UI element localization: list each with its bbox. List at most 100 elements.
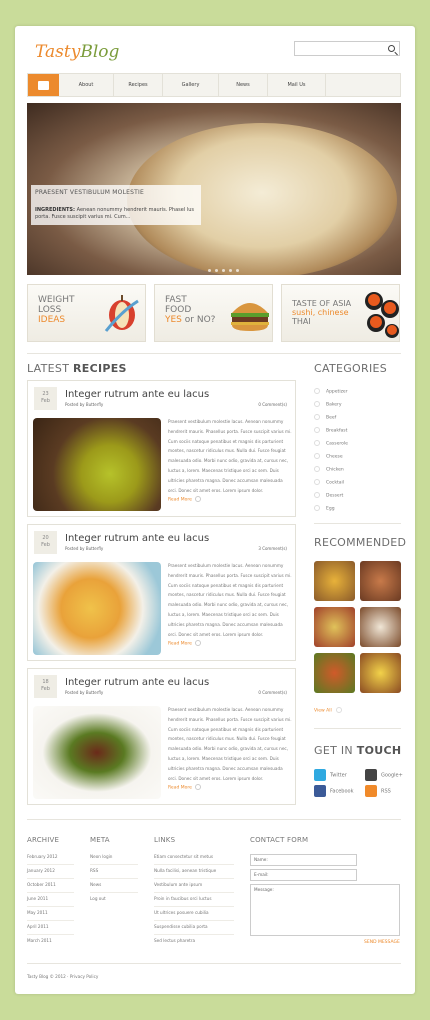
divider xyxy=(154,878,234,879)
facebook-link[interactable]: Facebook xyxy=(314,785,354,797)
read-more-link[interactable]: Read More xyxy=(168,496,201,503)
nav-item-gallery[interactable]: Gallery xyxy=(163,74,219,96)
send-message-button[interactable]: SEND MESSAGE xyxy=(364,940,400,945)
post-comments[interactable]: 3 Comment(s) xyxy=(258,546,287,551)
footer-link[interactable]: Sed lectus pharetra xyxy=(154,938,195,943)
post-author[interactable]: Posted by Butterfly xyxy=(65,690,103,695)
footer-link[interactable]: Vestibulum ante ipsum xyxy=(154,882,202,887)
read-more-link[interactable]: Read More xyxy=(168,784,201,791)
post-image-beef[interactable] xyxy=(33,706,161,799)
slider-dot[interactable] xyxy=(208,269,211,272)
recommended-thumb[interactable] xyxy=(314,607,355,647)
divider xyxy=(314,523,401,524)
recommended-thumb[interactable] xyxy=(360,653,401,693)
sushi-icon xyxy=(365,292,399,338)
archive-link[interactable]: March 2011 xyxy=(27,938,52,943)
search-icon[interactable] xyxy=(388,45,395,52)
category-label: Beef xyxy=(326,415,337,421)
archive-link[interactable]: April 2011 xyxy=(27,924,49,929)
footer-link[interactable]: Etiam consectetur sit metus xyxy=(154,854,213,859)
archive-link[interactable]: May 2011 xyxy=(27,910,48,915)
read-more-label: Read More xyxy=(168,497,192,503)
post-comments[interactable]: 0 Comment(s) xyxy=(258,690,287,695)
footer-divider xyxy=(27,819,401,820)
slider-dot[interactable] xyxy=(215,269,218,272)
post-month: Feb xyxy=(41,686,50,692)
nav-item-mail-us[interactable]: Mail Us xyxy=(268,74,326,96)
social-label: Facebook xyxy=(330,788,354,795)
category-appetizer[interactable]: Appetizer xyxy=(314,388,348,395)
arrow-right-icon xyxy=(194,640,201,646)
archive-link[interactable]: October 2011 xyxy=(27,882,56,887)
category-chicken[interactable]: Chicken xyxy=(314,466,344,473)
category-label: Cocktail xyxy=(326,480,344,486)
category-beef[interactable]: Beef xyxy=(314,414,336,421)
nav-item-news[interactable]: News xyxy=(219,74,268,96)
site-logo[interactable]: TastyBlog xyxy=(35,42,119,62)
category-casserole[interactable]: Casserole xyxy=(314,440,348,447)
hero-slider[interactable]: PRAESENT VESTIBULUM MOLESTIE INGREDIENTS… xyxy=(27,103,401,275)
meta-link[interactable]: Neon login xyxy=(90,854,112,859)
category-breakfast[interactable]: Breakfast xyxy=(314,427,347,434)
recommended-heading: RECOMMENDED xyxy=(314,536,407,549)
category-cheese[interactable]: Cheese xyxy=(314,453,343,460)
post-comments[interactable]: 0 Comment(s) xyxy=(258,402,287,407)
meta-link[interactable]: Log out xyxy=(90,896,106,901)
footer-link[interactable]: Proin in faucibus orci luctus xyxy=(154,896,212,901)
category-bakery[interactable]: Bakery xyxy=(314,401,342,408)
recommended-thumb[interactable] xyxy=(360,561,401,601)
home-icon[interactable] xyxy=(28,74,59,96)
post-image-soup[interactable] xyxy=(33,418,161,511)
search-input[interactable] xyxy=(294,41,400,56)
category-egg[interactable]: Egg xyxy=(314,505,335,512)
post-image-stew[interactable] xyxy=(33,562,161,655)
post-title[interactable]: Integer rutrum ante eu lacus xyxy=(65,677,209,688)
category-label: Casserole xyxy=(326,441,348,447)
promo-line: LOSS xyxy=(38,305,62,315)
google-plus-link[interactable]: Google+ xyxy=(365,769,403,781)
recommended-thumb[interactable] xyxy=(360,607,401,647)
post-author[interactable]: Posted by Butterfly xyxy=(65,546,103,551)
nav-item-about[interactable]: About xyxy=(59,74,114,96)
nav-item-recipes[interactable]: Recipes xyxy=(114,74,163,96)
archive-link[interactable]: January 2012 xyxy=(27,868,55,873)
post-author[interactable]: Posted by Butterfly xyxy=(65,402,103,407)
contact-form-heading: CONTACT FORM xyxy=(250,836,309,844)
slider-dot[interactable] xyxy=(229,269,232,272)
footer-link[interactable]: Suspendisse cubilia porta xyxy=(154,924,208,929)
name-field[interactable]: Name: xyxy=(250,854,357,866)
post-title[interactable]: Integer rutrum ante eu lacus xyxy=(65,533,209,544)
recommended-thumb[interactable] xyxy=(314,561,355,601)
facebook-icon xyxy=(314,785,326,797)
view-all-link[interactable]: View All xyxy=(314,707,343,714)
promo-weight-loss[interactable]: WEIGHT LOSS IDEAS xyxy=(27,284,146,342)
bullet-icon xyxy=(314,414,320,420)
meta-link[interactable]: News xyxy=(90,882,101,887)
category-cocktail[interactable]: Cocktail xyxy=(314,479,344,486)
footer-link[interactable]: Ut ultrices posuere cubilia xyxy=(154,910,209,915)
archive-link[interactable]: June 2011 xyxy=(27,896,48,901)
divider xyxy=(90,892,138,893)
slider-dot[interactable] xyxy=(236,269,239,272)
category-label: Chicken xyxy=(326,467,344,473)
meta-link[interactable]: RSS xyxy=(90,868,98,873)
divider xyxy=(27,864,74,865)
promo-taste-of-asia[interactable]: TASTE OF ASIA sushi, chinese THAI xyxy=(281,284,400,342)
post-title[interactable]: Integer rutrum ante eu lacus xyxy=(65,389,209,400)
twitter-icon xyxy=(314,769,326,781)
social-label: Google+ xyxy=(381,772,403,779)
slider-pagination xyxy=(208,268,243,274)
get-in-touch-heading: GET IN TOUCH xyxy=(314,744,401,757)
recommended-thumb[interactable] xyxy=(314,653,355,693)
email-field[interactable]: E-mail: xyxy=(250,869,357,881)
read-more-link[interactable]: Read More xyxy=(168,640,201,647)
slider-dot[interactable] xyxy=(222,269,225,272)
message-field[interactable]: Message: xyxy=(250,884,400,936)
twitter-link[interactable]: Twitter xyxy=(314,769,347,781)
promo-fast-food[interactable]: FAST FOOD YES or NO? xyxy=(154,284,273,342)
footer-link[interactable]: Nulla facilisi, aenean tristique xyxy=(154,868,216,873)
archive-link[interactable]: February 2012 xyxy=(27,854,58,859)
category-dessert[interactable]: Dessert xyxy=(314,492,343,499)
rss-link[interactable]: RSS xyxy=(365,785,391,797)
footer-divider xyxy=(27,963,401,964)
